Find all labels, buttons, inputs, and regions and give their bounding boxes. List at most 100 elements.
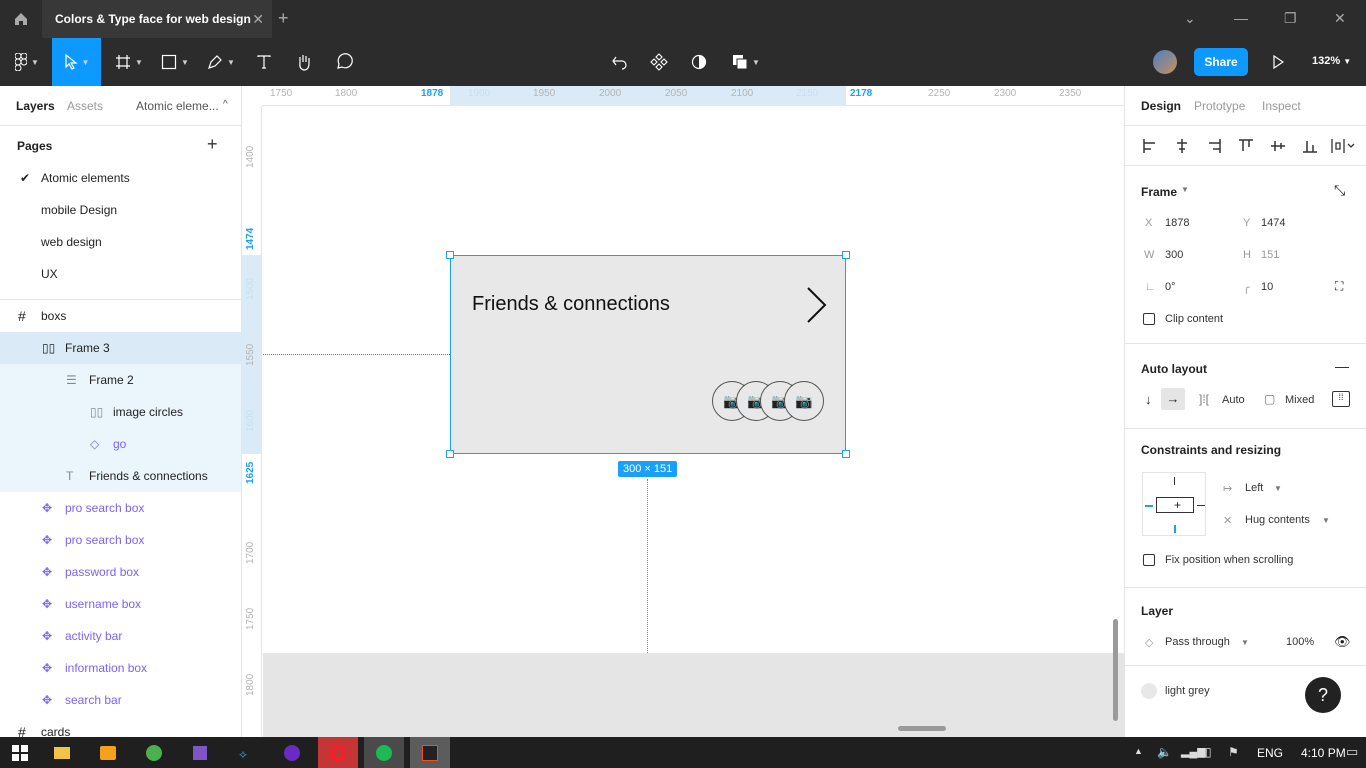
windows-start-icon[interactable] — [0, 737, 40, 768]
help-button[interactable]: ? — [1305, 677, 1341, 713]
chevron-down-icon[interactable]: ▼ — [1274, 484, 1282, 493]
tab-prototype[interactable]: Prototype — [1194, 99, 1245, 113]
distribute-icon[interactable] — [1331, 139, 1355, 153]
fill-swatch[interactable] — [1141, 683, 1157, 699]
tab-layers[interactable]: Layers — [16, 99, 55, 113]
w-input[interactable]: 300 — [1165, 249, 1183, 261]
resize-handle[interactable] — [842, 450, 850, 458]
opacity-input[interactable]: 100% — [1286, 636, 1314, 648]
layer-item[interactable]: T Friends & connections — [0, 460, 241, 492]
horizontal-constraint-dropdown[interactable]: Left — [1245, 482, 1263, 494]
layer-item[interactable]: ✥ search bar — [0, 684, 241, 716]
constraint-widget[interactable]: + — [1142, 472, 1206, 536]
component-reset-button[interactable] — [606, 38, 634, 86]
page-item[interactable]: UX — [0, 258, 241, 290]
page-item[interactable]: ✔ Atomic elements — [0, 162, 241, 194]
visual-studio-icon[interactable] — [180, 737, 220, 768]
canvas[interactable]: 1750 1800 1878 1900 1950 2000 2050 2100 … — [242, 86, 1124, 737]
media-app-icon[interactable] — [272, 737, 312, 768]
layer-item[interactable]: ✥ password box — [0, 556, 241, 588]
clip-content-checkbox[interactable] — [1143, 313, 1155, 325]
resize-to-fit-icon[interactable]: ⤡ — [1334, 182, 1345, 199]
restore-icon[interactable]: ❐ — [1284, 10, 1297, 27]
arrow-down-icon[interactable]: ↓ — [1145, 392, 1152, 407]
fix-position-checkbox[interactable] — [1143, 554, 1155, 566]
layer-item[interactable]: ◇ go — [0, 428, 241, 460]
align-right-icon[interactable] — [1207, 139, 1221, 153]
frame-heading[interactable]: Frame — [1141, 185, 1177, 199]
chevron-down-icon[interactable]: ⌄ — [1184, 10, 1196, 27]
independent-corners-icon[interactable]: ⛶ — [1335, 279, 1343, 294]
zoom-dropdown[interactable]: 132% ▼ — [1312, 55, 1351, 67]
avatar[interactable] — [1153, 50, 1177, 74]
vertical-resize-dropdown[interactable]: Hug contents — [1245, 514, 1310, 526]
align-center-horizontal-icon[interactable] — [1175, 139, 1189, 153]
page-selector[interactable]: Atomic eleme... — [136, 99, 219, 113]
hand-tool-button[interactable] — [290, 38, 318, 86]
resize-handle[interactable] — [446, 251, 454, 259]
tab-assets[interactable]: Assets — [67, 99, 103, 113]
home-icon[interactable] — [0, 0, 42, 38]
layer-item[interactable]: ✥ pro search box — [0, 492, 241, 524]
y-input[interactable]: 1474 — [1261, 217, 1285, 229]
spotify-icon[interactable] — [364, 737, 404, 768]
padding-value[interactable]: Mixed — [1285, 394, 1314, 406]
resize-handle[interactable] — [446, 450, 454, 458]
flag-icon[interactable]: ⚑ — [1228, 745, 1239, 759]
move-tool-button[interactable]: ▼ — [52, 38, 101, 86]
notifications-icon[interactable]: ▭ — [1346, 744, 1358, 760]
text-tool-button[interactable] — [250, 38, 278, 86]
layer-item[interactable]: ✥ information box — [0, 652, 241, 684]
eye-icon[interactable]: 👁 — [1334, 634, 1351, 650]
minimize-icon[interactable]: — — [1234, 10, 1248, 26]
volume-icon[interactable]: 🔈 — [1157, 745, 1172, 759]
spacing-value[interactable]: Auto — [1222, 394, 1245, 406]
align-top-icon[interactable] — [1239, 139, 1253, 153]
clock[interactable]: 4:10 PM — [1301, 746, 1346, 760]
close-tab-icon[interactable]: ✕ — [252, 11, 264, 28]
rotation-input[interactable]: 0° — [1165, 281, 1176, 293]
frame-title-text[interactable]: Friends & connections — [472, 293, 670, 316]
corner-radius-input[interactable]: 10 — [1261, 281, 1273, 293]
file-tab[interactable]: Colors & Type face for web design ✕ — [42, 0, 272, 38]
figma-app-icon[interactable] — [410, 737, 450, 768]
browser-app-icon[interactable] — [134, 737, 174, 768]
layer-item[interactable]: # cards — [0, 716, 241, 737]
window-close-icon[interactable]: ✕ — [1334, 10, 1346, 27]
shape-tool-button[interactable]: ▼ — [156, 38, 194, 86]
layer-item[interactable]: ✥ username box — [0, 588, 241, 620]
vertical-scrollbar[interactable] — [1113, 619, 1118, 721]
horizontal-scrollbar[interactable] — [898, 726, 946, 731]
tray-expand-icon[interactable]: ▲ — [1134, 746, 1143, 756]
layer-item[interactable]: ☰ Frame 2 — [0, 364, 241, 396]
fill-style-name[interactable]: light grey — [1165, 685, 1210, 697]
design-app-icon[interactable]: ⟡ — [226, 737, 266, 768]
language-indicator[interactable]: ENG — [1257, 746, 1283, 760]
h-input[interactable]: 151 — [1261, 249, 1279, 261]
alignment-icon[interactable]: ⁞⁞ — [1332, 391, 1350, 407]
chevron-right-icon[interactable] — [805, 285, 829, 325]
present-button[interactable] — [1264, 38, 1292, 86]
main-menu-button[interactable]: ▼ — [8, 38, 46, 86]
chevron-down-icon[interactable]: ▼ — [1241, 638, 1249, 647]
mask-button[interactable] — [685, 38, 713, 86]
camera-circle[interactable]: 📷 — [784, 381, 824, 421]
blend-mode-dropdown[interactable]: Pass through — [1165, 636, 1230, 648]
pen-tool-button[interactable]: ▼ — [202, 38, 240, 86]
resize-handle[interactable] — [842, 251, 850, 259]
layer-item[interactable]: ✥ activity bar — [0, 620, 241, 652]
comment-tool-button[interactable] — [330, 38, 358, 86]
opera-browser-icon[interactable] — [318, 737, 358, 768]
chevron-down-icon[interactable]: ▼ — [1322, 516, 1330, 525]
layer-item[interactable]: ▯▯ Frame 3 — [0, 332, 241, 364]
layer-item[interactable]: # boxs — [0, 300, 241, 332]
new-tab-icon[interactable]: + — [278, 8, 289, 29]
selected-frame[interactable]: Friends & connections 📷 📷 📷 📷 — [446, 251, 850, 458]
boolean-button[interactable]: ▼ — [726, 38, 766, 86]
align-left-icon[interactable] — [1143, 139, 1157, 153]
tab-design[interactable]: Design — [1141, 99, 1181, 113]
frame-tool-button[interactable]: ▼ — [110, 38, 148, 86]
tab-inspect[interactable]: Inspect — [1262, 99, 1301, 113]
chevron-up-icon[interactable]: ^ — [223, 99, 228, 110]
layer-item[interactable]: ▯▯ image circles — [0, 396, 241, 428]
